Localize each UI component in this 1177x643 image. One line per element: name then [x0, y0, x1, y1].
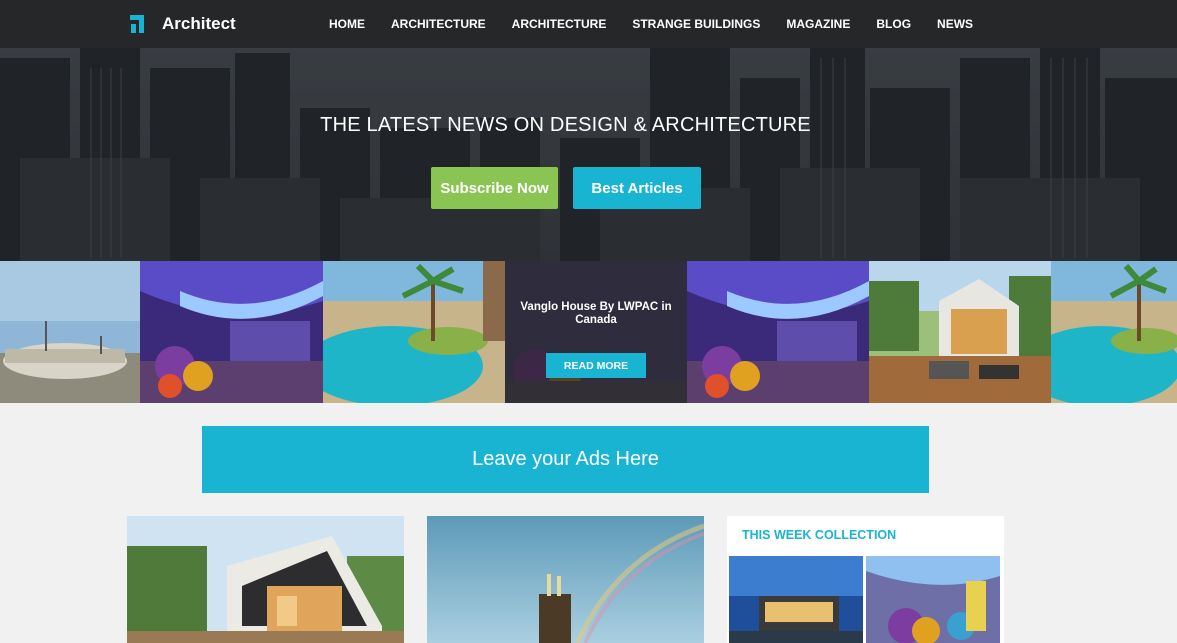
hero-title: THE LATEST NEWS ON DESIGN & ARCHITECTURE [320, 114, 811, 136]
nav-blog[interactable]: BLOG [876, 17, 911, 31]
logo-icon [130, 15, 144, 33]
week-collection-widget: THIS WEEK COLLECTION [727, 516, 1004, 643]
strip-tile-interior[interactable] [140, 261, 323, 403]
nav-home[interactable]: HOME [329, 17, 365, 31]
strip-tile-stadium[interactable] [0, 261, 140, 403]
featured-image-strip: Vanglo House By LWPAC in Canada READ MOR… [0, 261, 1177, 403]
main-nav: HOME ARCHITECTURE ARCHITECTURE STRANGE B… [316, 0, 986, 48]
pool-image [323, 261, 505, 403]
strip-tile-featured[interactable]: Vanglo House By LWPAC in Canada READ MOR… [505, 261, 687, 403]
article-image-sky [427, 516, 704, 643]
interior-image-2 [687, 261, 869, 403]
subscribe-button[interactable]: Subscribe Now [431, 167, 558, 209]
stadium-image [0, 261, 140, 403]
nav-strange-buildings[interactable]: STRANGE BUILDINGS [632, 17, 760, 31]
nav-magazine[interactable]: MAGAZINE [786, 17, 850, 31]
pool-image-2 [1051, 261, 1177, 403]
top-navigation-bar: Architect HOME ARCHITECTURE ARCHITECTURE… [0, 0, 1177, 48]
strip-tile-house[interactable] [869, 261, 1051, 403]
featured-caption[interactable]: Vanglo House By LWPAC in Canada [505, 301, 687, 327]
brand-name: Architect [162, 14, 236, 33]
strip-tile-pool-2[interactable] [1051, 261, 1177, 403]
collection-thumb-1[interactable] [729, 556, 863, 643]
collection-thumb-2[interactable] [866, 556, 1000, 643]
nav-architecture[interactable]: ARCHITECTURE [391, 17, 486, 31]
article-card-house[interactable] [127, 516, 404, 643]
interior-image [140, 261, 323, 403]
page: Architect HOME ARCHITECTURE ARCHITECTURE… [0, 0, 1177, 643]
collection-image-2 [866, 556, 1000, 643]
ads-banner[interactable]: Leave your Ads Here [202, 426, 929, 493]
article-card-sky[interactable] [427, 516, 704, 643]
brand-logo[interactable]: Architect [128, 13, 236, 35]
strip-tile-interior-2[interactable] [687, 261, 869, 403]
featured-overlay [505, 261, 687, 403]
best-articles-button[interactable]: Best Articles [573, 167, 701, 209]
nav-architecture-2[interactable]: ARCHITECTURE [512, 17, 607, 31]
hero-skyline-image [0, 48, 1177, 261]
article-image-house [127, 516, 404, 643]
nav-news[interactable]: NEWS [937, 17, 973, 31]
house-image [869, 261, 1051, 403]
read-more-button[interactable]: READ MORE [546, 353, 646, 378]
hero-banner: THE LATEST NEWS ON DESIGN & ARCHITECTURE… [0, 48, 1177, 261]
collection-image-1 [729, 556, 863, 643]
strip-tile-pool[interactable] [323, 261, 505, 403]
week-collection-title: THIS WEEK COLLECTION [742, 528, 897, 542]
